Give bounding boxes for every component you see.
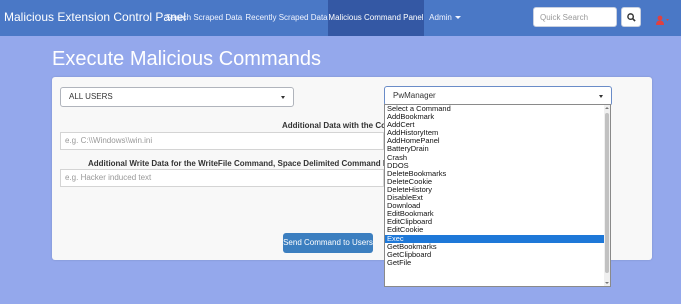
command-dropdown-list[interactable]: Select a Command AddBookmark AddCert AddHis…: [384, 104, 611, 287]
quick-search-input[interactable]: Quick Search: [533, 7, 617, 27]
write-data-input[interactable]: e.g. Hacker induced text: [60, 169, 384, 187]
nav-admin-dropdown[interactable]: Admin: [427, 0, 463, 36]
dropdown-option[interactable]: GetFile: [385, 258, 610, 267]
dropdown-option[interactable]: BatteryDrain: [385, 145, 610, 153]
select-arrow-icon: [281, 96, 285, 99]
brand-title[interactable]: Malicious Extension Control Panel: [4, 10, 186, 24]
nav-recently-scraped-data[interactable]: Recently Scraped Data: [245, 0, 328, 36]
user-icon: [656, 15, 669, 25]
search-button[interactable]: [621, 7, 641, 27]
nav-malicious-command-panel[interactable]: Malicious Command Panel: [328, 0, 424, 36]
user-select-value: ALL USERS: [69, 92, 113, 101]
dropdown-option[interactable]: EditCookie: [385, 226, 610, 234]
scrollbar-thumb[interactable]: [605, 113, 609, 273]
user-select[interactable]: ALL USERS: [60, 87, 294, 107]
navbar: Malicious Extension Control Panel Search…: [0, 0, 681, 36]
send-command-button[interactable]: Send Command to Users: [283, 233, 373, 253]
dropdown-option[interactable]: AddBookmark: [385, 112, 610, 121]
search-icon: [627, 13, 636, 22]
page-title: Execute Malicious Commands: [52, 48, 321, 70]
nav-search-scraped-data[interactable]: Search Scraped Data: [163, 0, 245, 36]
dropdown-option[interactable]: Crash: [385, 153, 610, 162]
additional-data-input[interactable]: e.g. C:\\Windows\\win.ini: [60, 132, 384, 150]
chevron-down-icon: [454, 16, 461, 20]
user-menu[interactable]: [656, 12, 670, 30]
select-arrow-icon: [599, 95, 603, 98]
command-select[interactable]: PwManager: [384, 86, 612, 106]
scroll-down-icon[interactable]: [605, 282, 609, 284]
nav-admin-label: Admin: [429, 13, 452, 22]
scroll-up-icon[interactable]: [605, 107, 609, 109]
dropdown-scrollbar[interactable]: [604, 105, 610, 286]
dropdown-option[interactable]: GetClipboard: [385, 250, 610, 259]
command-select-value: PwManager: [393, 91, 436, 100]
